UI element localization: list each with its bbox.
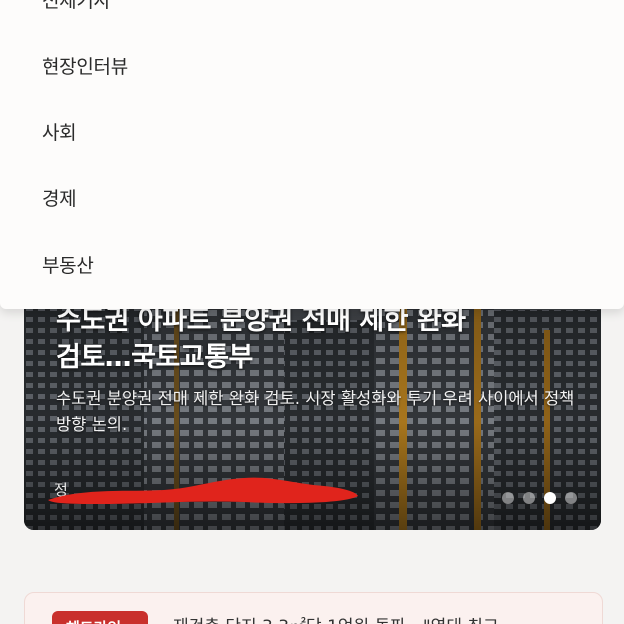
carousel-indicator <box>502 492 577 504</box>
redaction-scribble <box>48 477 358 504</box>
hero-headline-line1: 수도권 아파트 분양권 전매 제한 완화 <box>56 305 466 336</box>
menu-item-economy[interactable]: 경제 <box>42 184 77 211</box>
carousel-dot[interactable] <box>502 492 514 504</box>
headline-badge: 헤드라인 <box>52 611 148 624</box>
headline-ticker-card[interactable]: 헤드라인 재건축 단지 3.3㎡당 1억원 돌파…"역대 최고 <box>24 592 603 624</box>
hero-headline[interactable]: 수도권 아파트 분양권 전매 제한 완화 검토…국토교통부 <box>56 302 575 376</box>
category-dropdown-menu: 전체기사 현장인터뷰 사회 경제 부동산 <box>0 0 624 309</box>
carousel-dot[interactable] <box>565 492 577 504</box>
menu-item-field-interview[interactable]: 현장인터뷰 <box>42 52 128 79</box>
app-screen: 수도권 아파트 분양권 전매 제한 완화 검토…국토교통부 수도권 분양권 전매… <box>0 0 624 624</box>
hero-summary: 수도권 분양권 전매 제한 완화 검토. 시장 활성화와 투기 우려 사이에서 … <box>56 389 575 434</box>
hero-headline-line2: 검토…국토교통부 <box>56 342 253 373</box>
menu-item-society[interactable]: 사회 <box>42 118 77 145</box>
headline-ticker-text[interactable]: 재건축 단지 3.3㎡당 1억원 돌파…"역대 최고 <box>173 612 499 624</box>
carousel-dot[interactable] <box>523 492 535 504</box>
menu-item-all-articles[interactable]: 전체기사 <box>42 0 111 13</box>
menu-item-real-estate[interactable]: 부동산 <box>42 251 94 278</box>
hero-text-block: 수도권 아파트 분양권 전매 제한 완화 검토…국토교통부 수도권 분양권 전매… <box>56 302 575 438</box>
carousel-dot-active[interactable] <box>544 492 556 504</box>
